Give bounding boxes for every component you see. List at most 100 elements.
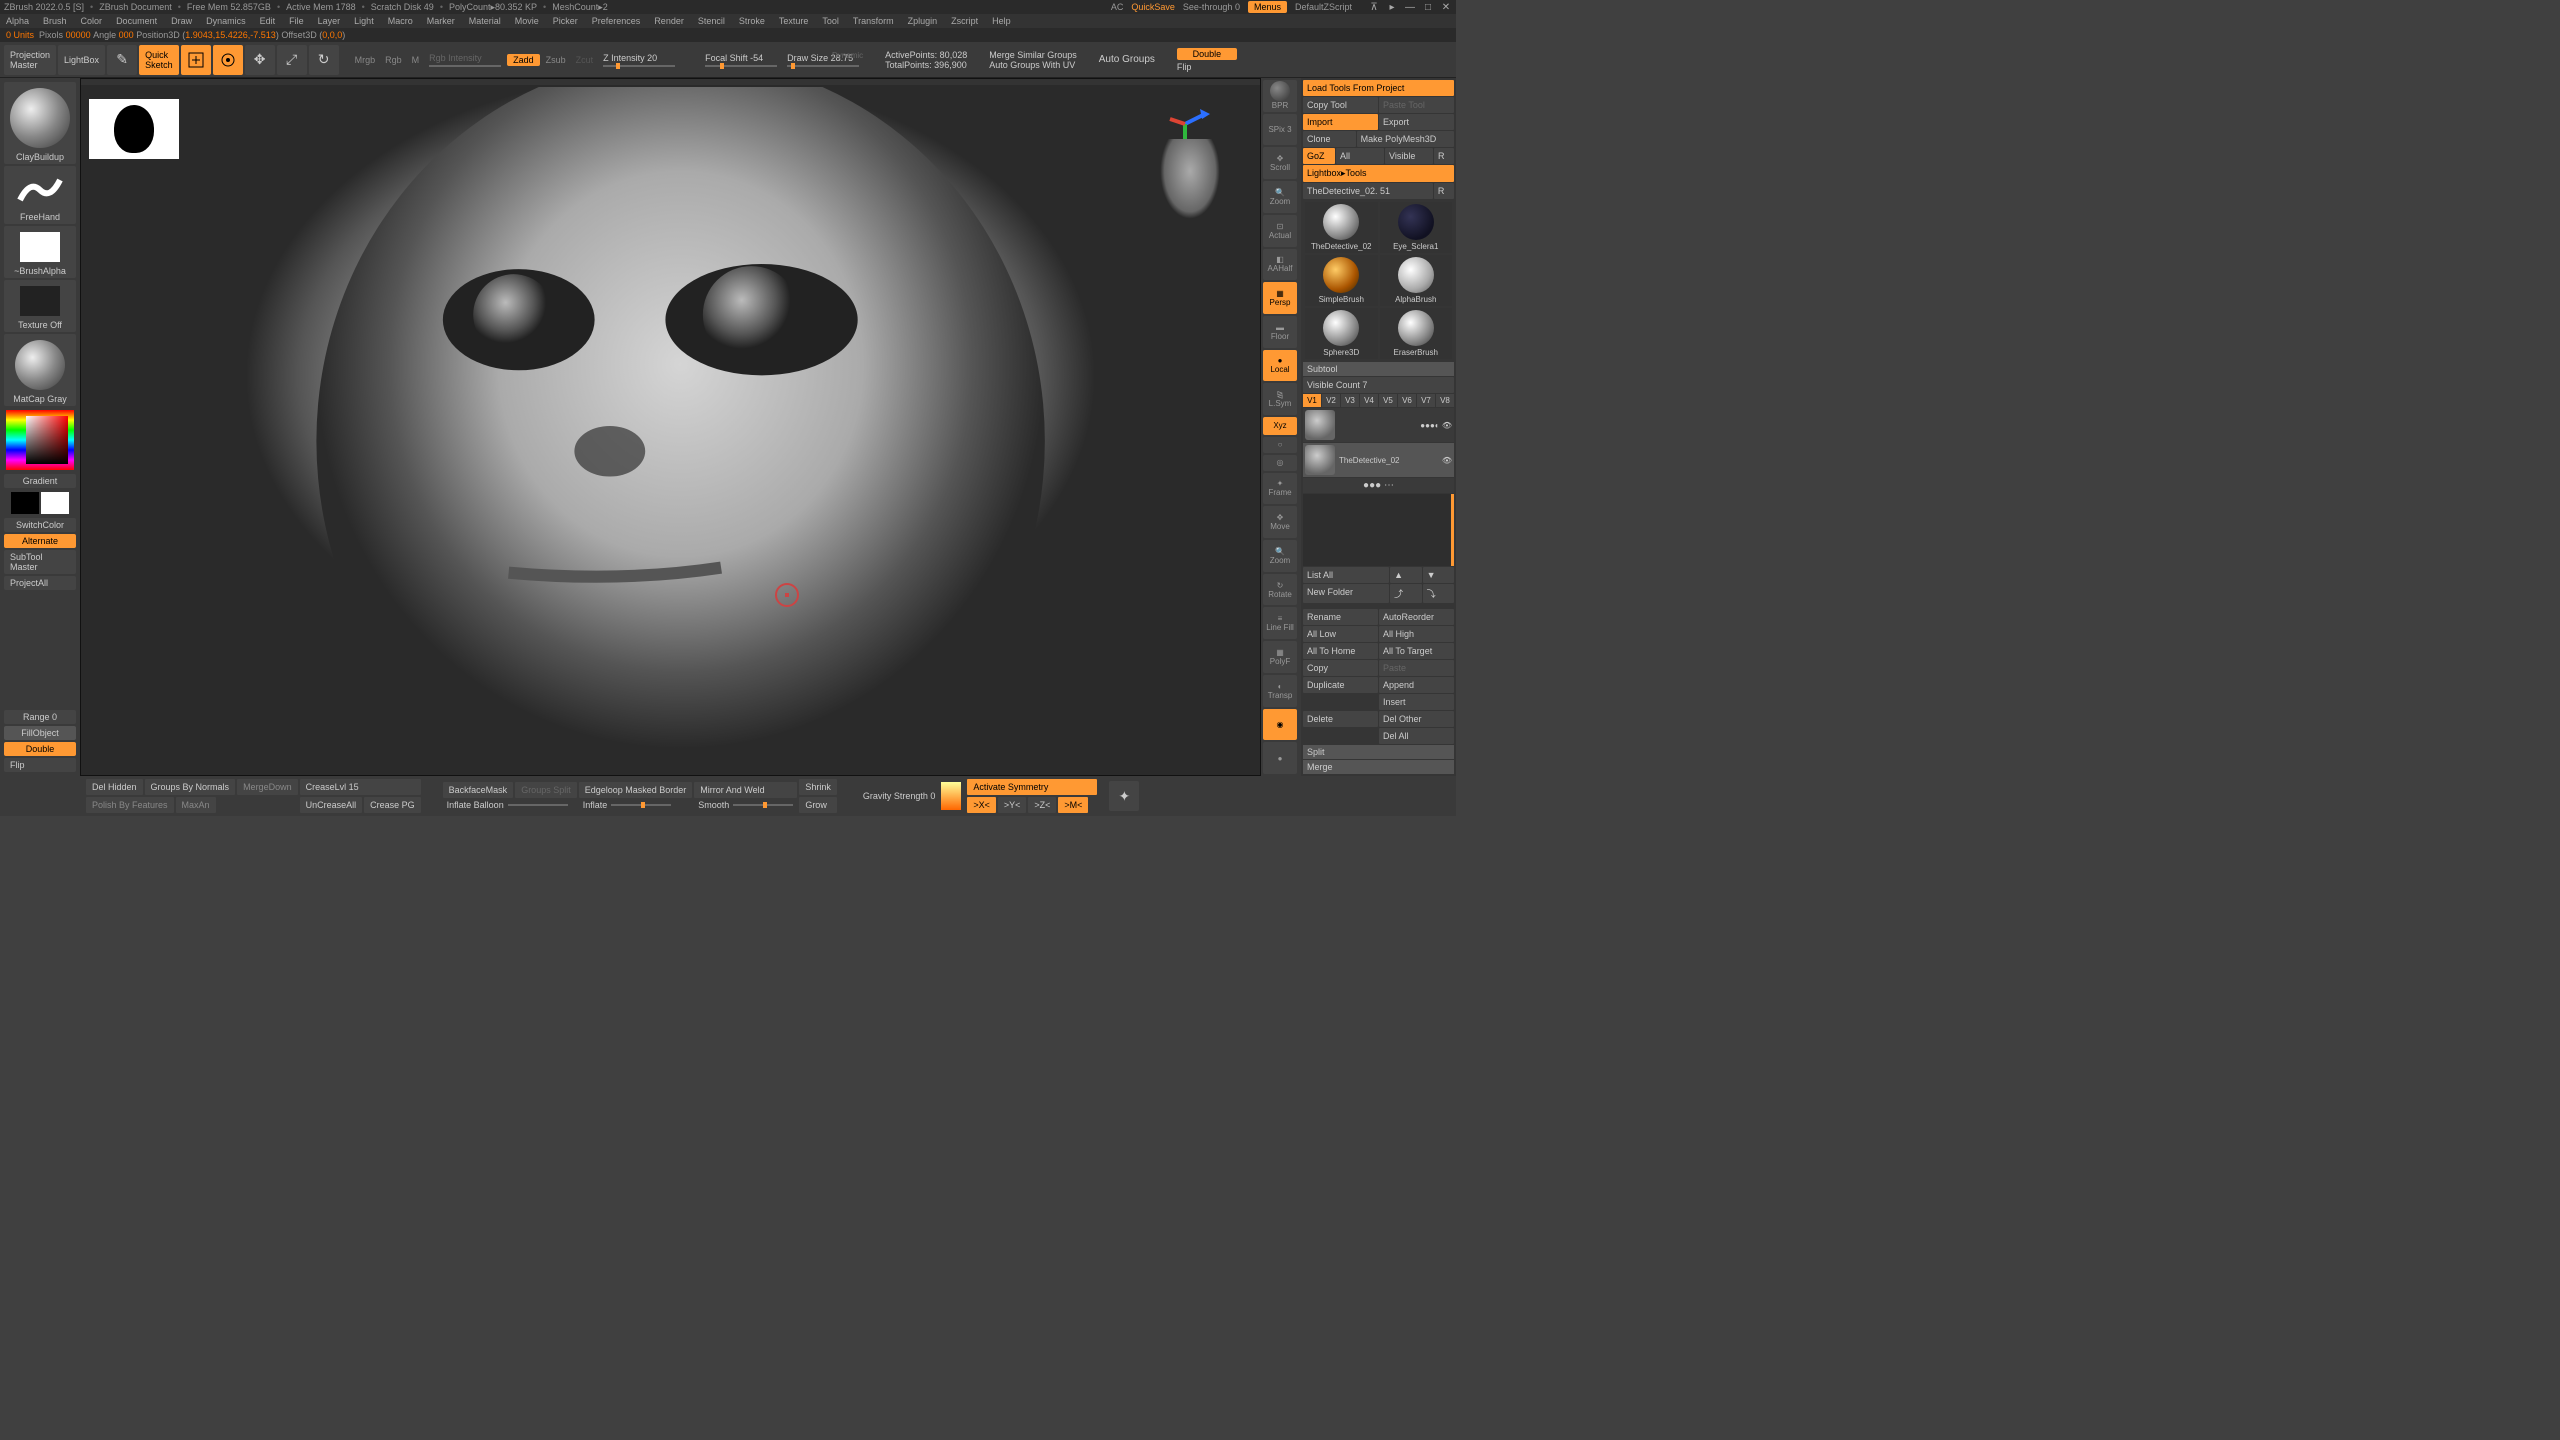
auto-groups-uv-button[interactable]: Auto Groups With UV <box>989 60 1077 70</box>
texture-selector[interactable]: Texture Off <box>4 280 76 332</box>
draw-size-slider[interactable]: Draw Size 28.75Dynamic <box>783 51 863 69</box>
persp-button[interactable]: ▦Persp <box>1263 282 1297 314</box>
range-slider[interactable]: Range 0 <box>4 710 76 724</box>
copy-button[interactable]: Copy <box>1303 660 1378 676</box>
camera-preview[interactable] <box>1160 139 1220 219</box>
move-up-icon[interactable]: ⤴ <box>1390 584 1421 603</box>
flip-button[interactable]: Flip <box>1177 62 1237 72</box>
zoom-view-button[interactable]: 🔍Zoom <box>1263 540 1297 572</box>
menu-marker[interactable]: Marker <box>427 16 455 26</box>
activate-symmetry-button[interactable]: Activate Symmetry <box>967 779 1097 795</box>
close-icon[interactable]: ✕ <box>1440 2 1452 12</box>
move-view-button[interactable]: ✥Move <box>1263 506 1297 538</box>
color-picker[interactable] <box>4 408 76 472</box>
symmetry-icon[interactable]: ✦ <box>1109 781 1139 811</box>
menu-stroke[interactable]: Stroke <box>739 16 765 26</box>
uncrease-button[interactable]: UnCreaseAll <box>300 797 363 813</box>
menu-movie[interactable]: Movie <box>515 16 539 26</box>
move-down-icon[interactable]: ⤵ <box>1423 584 1454 603</box>
insert-button[interactable]: Insert <box>1379 694 1454 710</box>
menu-render[interactable]: Render <box>654 16 684 26</box>
subtool-header[interactable]: Subtool <box>1303 362 1454 376</box>
menu-macro[interactable]: Macro <box>388 16 413 26</box>
make-polymesh-button[interactable]: Make PolyMesh3D <box>1357 131 1454 147</box>
rgb-button[interactable]: Rgb <box>381 55 406 65</box>
solo-button[interactable]: ● <box>1263 742 1297 774</box>
fill-object-button[interactable]: FillObject <box>4 726 76 740</box>
m-button[interactable]: M <box>408 55 424 65</box>
tool-r-button[interactable]: R <box>1434 183 1454 199</box>
aahalf-button[interactable]: ◧AAHalf <box>1263 249 1297 281</box>
del-all-button[interactable]: Del All <box>1379 728 1454 744</box>
v-tab[interactable]: V7 <box>1417 394 1435 407</box>
gravity-gradient-icon[interactable] <box>941 782 961 810</box>
up-arrow-icon[interactable]: ▲ <box>1390 567 1421 583</box>
tool-item[interactable]: AlphaBrush <box>1380 255 1453 306</box>
paste-button[interactable]: Paste <box>1379 660 1454 676</box>
menu-layer[interactable]: Layer <box>318 16 341 26</box>
sym-y-button[interactable]: >Y< <box>998 797 1027 813</box>
inflate-balloon-slider[interactable]: Inflate Balloon <box>447 800 504 810</box>
backface-mask-button[interactable]: BackfaceMask <box>443 782 514 798</box>
tool-item[interactable]: Sphere3D <box>1305 308 1378 359</box>
canvas[interactable] <box>80 78 1261 776</box>
sketch-icon[interactable]: ✎ <box>107 45 137 75</box>
project-all-button[interactable]: ProjectAll <box>4 576 76 590</box>
tool-item[interactable]: EraserBrush <box>1380 308 1453 359</box>
v-tab[interactable]: V5 <box>1379 394 1397 407</box>
down-arrow-icon[interactable]: ▼ <box>1423 567 1454 583</box>
copy-tool-button[interactable]: Copy Tool <box>1303 97 1378 113</box>
subtool-master-button[interactable]: SubTool Master <box>4 550 76 574</box>
rotate-view-button[interactable]: ↻Rotate <box>1263 574 1297 606</box>
menu-picker[interactable]: Picker <box>553 16 578 26</box>
focal-shift-slider[interactable]: Focal Shift -54 <box>701 51 781 69</box>
inflate-slider[interactable]: Inflate <box>583 800 608 810</box>
split-header[interactable]: Split <box>1303 745 1454 759</box>
zsub-button[interactable]: Zsub <box>542 55 570 65</box>
new-folder-button[interactable]: New Folder <box>1303 584 1389 603</box>
scale-mode-button[interactable]: ⤢ <box>277 45 307 75</box>
menu-brush[interactable]: Brush <box>43 16 67 26</box>
seethrough-slider[interactable]: See-through 0 <box>1183 2 1240 12</box>
sym-m-button[interactable]: >M< <box>1058 797 1088 813</box>
transp-button[interactable]: ◐Transp <box>1263 675 1297 707</box>
draw-mode-button[interactable] <box>213 45 243 75</box>
goz-visible-button[interactable]: Visible <box>1385 148 1433 164</box>
max-angle-button[interactable]: MaxAn <box>176 797 216 813</box>
tool-item[interactable]: TheDetective_02 <box>1305 202 1378 253</box>
menu-preferences[interactable]: Preferences <box>592 16 641 26</box>
groups-split-button[interactable]: Groups Split <box>515 782 577 798</box>
menus-button[interactable]: Menus <box>1248 1 1287 13</box>
z-intensity-slider[interactable]: Z Intensity 20 <box>599 51 679 69</box>
menu-help[interactable]: Help <box>992 16 1011 26</box>
pin-icon[interactable]: ⊼ <box>1368 2 1380 12</box>
maximize-icon[interactable]: □ <box>1422 2 1434 12</box>
mergedown-button[interactable]: MergeDown <box>237 779 298 795</box>
tool-name[interactable]: TheDetective_02. 51 <box>1303 183 1433 199</box>
menu-zplugin[interactable]: Zplugin <box>908 16 938 26</box>
smooth-slider[interactable]: Smooth <box>698 800 729 810</box>
shrink-button[interactable]: Shrink <box>799 779 837 795</box>
import-button[interactable]: Import <box>1303 114 1378 130</box>
duplicate-button[interactable]: Duplicate <box>1303 677 1378 693</box>
brush-selector[interactable]: ClayBuildup <box>4 82 76 164</box>
zcut-button[interactable]: Zcut <box>572 55 598 65</box>
floor-button[interactable]: ▬Floor <box>1263 316 1297 348</box>
v-tab[interactable]: V3 <box>1341 394 1359 407</box>
alpha-selector[interactable]: ~BrushAlpha <box>4 226 76 278</box>
polish-features-button[interactable]: Polish By Features <box>86 797 174 813</box>
groups-normals-button[interactable]: Groups By Normals <box>145 779 236 795</box>
minimize-icon[interactable]: — <box>1404 2 1416 12</box>
zoom-button[interactable]: 🔍Zoom <box>1263 181 1297 213</box>
stroke-selector[interactable]: FreeHand <box>4 166 76 224</box>
subtool-item-active[interactable]: TheDetective_02👁 <box>1303 443 1454 477</box>
mirror-weld-button[interactable]: Mirror And Weld <box>694 782 797 798</box>
v-tab[interactable]: V6 <box>1398 394 1416 407</box>
goz-r-button[interactable]: R <box>1434 148 1454 164</box>
material-selector[interactable]: MatCap Gray <box>4 334 76 406</box>
menu-stencil[interactable]: Stencil <box>698 16 725 26</box>
subtool-item[interactable]: ●●●◐ 👁 <box>1303 408 1454 442</box>
menu-document[interactable]: Document <box>116 16 157 26</box>
frame-button[interactable]: ✦Frame <box>1263 473 1297 505</box>
menu-alpha[interactable]: Alpha <box>6 16 29 26</box>
